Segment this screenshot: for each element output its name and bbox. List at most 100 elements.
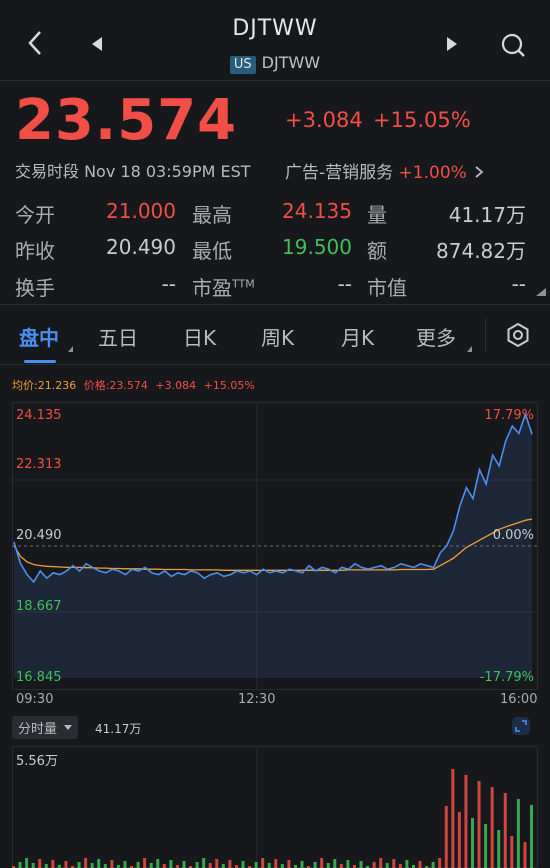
amount-label: 额 <box>367 239 387 263</box>
price-change: +3.084 <box>285 108 363 132</box>
volume-bar <box>162 864 166 868</box>
y-label-prev-close: 20.490 <box>16 528 62 543</box>
header-divider <box>0 80 550 81</box>
volume-bar <box>84 858 88 868</box>
y-label-lower: 18.667 <box>16 599 62 614</box>
volume-bar <box>326 863 330 868</box>
stats-divider <box>0 304 550 305</box>
tab-separator <box>485 318 486 352</box>
legend-price: 价格:23.574 <box>83 379 148 392</box>
pe-value: -- <box>337 272 352 296</box>
current-price: 23.574 <box>15 88 238 153</box>
volume-bar <box>25 858 29 868</box>
volume-bar <box>97 859 101 868</box>
volume-bar <box>254 862 258 868</box>
y-pct-low: -17.79% <box>479 670 534 685</box>
pe-ttm-sup: TTM <box>232 277 255 291</box>
volume-bar <box>457 812 461 868</box>
high-label: 最高 <box>192 203 232 227</box>
expand-stats-icon[interactable] <box>536 288 546 296</box>
volume-bar <box>431 862 435 868</box>
volume-bar <box>346 860 350 868</box>
volume-bar <box>464 775 468 868</box>
top-bar: DJTWW US DJTWW <box>0 0 550 82</box>
tab-day-k[interactable]: 日K <box>183 322 216 351</box>
search-icon[interactable] <box>498 30 528 60</box>
turnover-label: 换手 <box>15 276 55 300</box>
volume-bar <box>103 864 107 868</box>
volume-bar <box>385 863 389 868</box>
chart-canvas <box>12 402 538 690</box>
stock-subtitle: US DJTWW <box>0 53 550 74</box>
intraday-dropdown-icon[interactable] <box>68 346 73 352</box>
volume-bar <box>372 862 376 868</box>
legend-change: +3.084 <box>155 379 197 392</box>
volume-bar <box>215 859 219 868</box>
volume-bar <box>44 864 48 868</box>
chart-legend: 均价:21.236 价格:23.574 +3.084 +15.05% <box>12 377 255 393</box>
volume-selector[interactable]: 分时量 <box>12 716 79 739</box>
volume-bar <box>267 863 271 868</box>
x-label-close: 16:00 <box>500 692 538 707</box>
more-dropdown-icon[interactable] <box>467 346 472 352</box>
volume-bar <box>38 859 42 868</box>
volume-bar <box>438 858 442 868</box>
collapse-icon[interactable] <box>508 714 534 738</box>
volume-bar <box>523 842 527 868</box>
sector-link[interactable]: 广告-营销服务 +1.00% <box>285 158 484 183</box>
volume-bar <box>392 859 396 868</box>
volume-bar <box>503 793 507 868</box>
tabs-divider <box>0 364 550 365</box>
volume-bar <box>182 861 186 868</box>
volume-canvas <box>12 746 538 868</box>
low-label: 最低 <box>192 239 232 263</box>
y-pct-zero: 0.00% <box>492 528 534 543</box>
y-pct-high: 17.79% <box>484 408 534 423</box>
volume-bar <box>228 860 232 868</box>
tab-intraday[interactable]: 盘中 <box>19 322 59 351</box>
tab-five-day[interactable]: 五日 <box>98 322 138 351</box>
chart-settings-icon[interactable] <box>503 320 533 350</box>
volume-bar <box>320 858 324 868</box>
y-label-low: 16.845 <box>16 670 62 685</box>
tab-more[interactable]: 更多 <box>416 322 456 351</box>
low-value: 19.500 <box>282 235 352 259</box>
volume-bar <box>149 863 153 868</box>
turnover-value: -- <box>161 272 176 296</box>
volume-bar <box>18 862 22 868</box>
prev-close-label: 昨收 <box>15 239 55 263</box>
legend-avg: 均价:21.236 <box>12 379 77 392</box>
volume-bar <box>300 861 304 868</box>
market-badge: US <box>229 56 256 74</box>
amount-value: 874.82万 <box>436 239 526 263</box>
tab-month-k[interactable]: 月K <box>341 322 374 351</box>
high-value: 24.135 <box>282 199 352 223</box>
stock-code: DJTWW <box>261 53 321 72</box>
volume-bar <box>280 864 284 868</box>
volume-bar <box>470 818 474 868</box>
volume-bar <box>136 862 140 868</box>
volume-bar <box>77 862 81 868</box>
intraday-chart[interactable]: 24.135 22.313 20.490 18.667 16.845 17.79… <box>12 402 538 690</box>
volume-bar <box>261 858 265 868</box>
prev-close-value: 20.490 <box>106 235 176 259</box>
volume-bar <box>516 799 520 868</box>
volume-bar <box>451 769 455 868</box>
next-stock-icon[interactable] <box>441 33 463 55</box>
volume-bar <box>510 836 514 868</box>
tab-week-k[interactable]: 周K <box>261 322 294 351</box>
market-cap-label: 市值 <box>367 276 407 300</box>
volume-total: 41.17万 <box>95 722 142 736</box>
open-value: 21.000 <box>106 199 176 223</box>
volume-bar <box>156 859 160 868</box>
volume-value: 41.17万 <box>448 203 526 227</box>
volume-bar <box>333 859 337 868</box>
volume-label: 量 <box>367 203 387 227</box>
volume-bar <box>241 861 245 868</box>
volume-bar <box>484 824 488 868</box>
x-label-mid: 12:30 <box>238 692 276 707</box>
volume-bar <box>379 858 383 868</box>
volume-bar <box>169 860 173 868</box>
sector-change: +1.00% <box>398 163 467 183</box>
volume-bar <box>274 859 278 868</box>
